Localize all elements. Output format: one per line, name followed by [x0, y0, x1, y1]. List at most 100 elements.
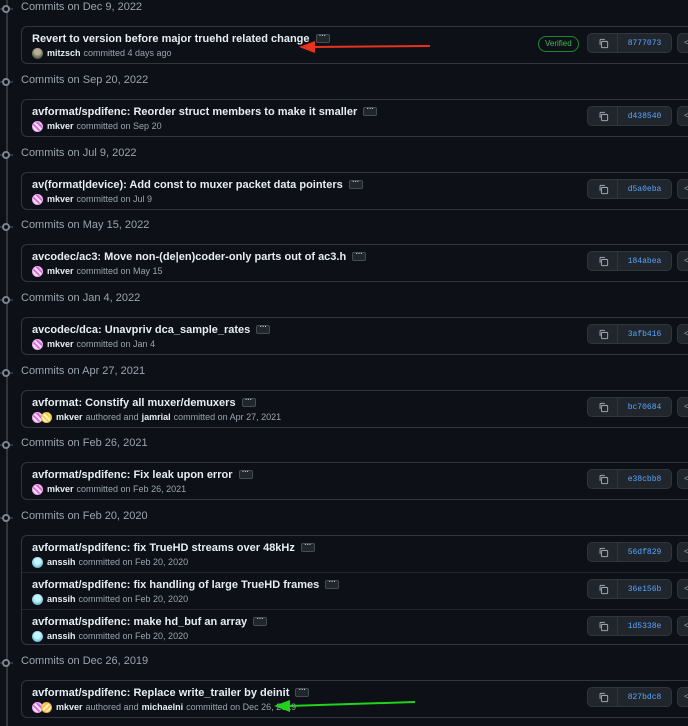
commit-message-text[interactable]: avformat/spdifenc: fix TrueHD streams ov…	[32, 542, 295, 554]
commit-meta: anssih committed on Feb 20, 2020	[32, 556, 191, 568]
copy-sha-button[interactable]	[587, 324, 618, 344]
commit-message-link[interactable]: avformat/spdifenc: fix handling of large…	[32, 579, 340, 591]
ellipsis-icon[interactable]: ···	[363, 106, 378, 116]
copy-sha-button[interactable]	[587, 106, 618, 126]
committer-link[interactable]: michaelni	[142, 702, 184, 712]
copy-sha-button[interactable]	[587, 469, 618, 489]
commit-row: avformat: Constify all muxer/demuxers ···…	[22, 391, 688, 427]
commit-message-text[interactable]: avformat/spdifenc: Fix leak upon error	[32, 469, 233, 481]
copy-sha-button[interactable]	[587, 579, 618, 599]
commit-message-link[interactable]: avformat: Constify all muxer/demuxers ···	[32, 397, 256, 409]
author-link[interactable]: mkver	[56, 412, 83, 422]
author-link[interactable]: mkver	[47, 266, 74, 276]
author-avatar[interactable]	[32, 120, 43, 132]
copy-sha-button[interactable]	[587, 687, 618, 707]
commit-message-text[interactable]: Revert to version before major truehd re…	[32, 33, 310, 45]
commit-message-link[interactable]: avformat/spdifenc: Replace write_trailer…	[32, 687, 310, 699]
commit-sha-link[interactable]: d5a0eba	[618, 179, 672, 199]
copy-sha-button[interactable]	[587, 251, 618, 271]
commit-message-text[interactable]: av(format|device): Add const to muxer pa…	[32, 179, 343, 191]
author-link[interactable]: mkver	[47, 484, 74, 494]
code-browse-icon[interactable]: <>	[677, 251, 688, 271]
ellipsis-icon[interactable]: ···	[325, 579, 340, 589]
coauthor-avatar[interactable]	[41, 411, 52, 423]
ellipsis-icon[interactable]: ···	[256, 324, 271, 334]
commit-message-link[interactable]: avcodec/ac3: Move non-(de|en)coder-only …	[32, 251, 367, 263]
ellipsis-icon[interactable]: ···	[348, 179, 363, 189]
commit-message-link[interactable]: avformat/spdifenc: Reorder struct member…	[32, 106, 378, 118]
commit-message-link[interactable]: Revert to version before major truehd re…	[32, 33, 330, 45]
copy-sha-button[interactable]	[587, 179, 618, 199]
ellipsis-icon[interactable]: ···	[238, 469, 253, 479]
author-avatar[interactable]	[32, 630, 43, 642]
author-link[interactable]: anssih	[47, 631, 76, 641]
code-browse-icon[interactable]: <>	[677, 106, 688, 126]
code-browse-icon[interactable]: <>	[677, 179, 688, 199]
commit-message-text[interactable]: avcodec/dca: Unavpriv dca_sample_rates	[32, 324, 250, 336]
commit-dot-icon	[2, 296, 10, 304]
committer-link[interactable]: jamrial	[142, 412, 171, 422]
author-avatar[interactable]	[32, 338, 43, 350]
author-link[interactable]: mkver	[47, 121, 74, 131]
commit-message-link[interactable]: avformat/spdifenc: fix TrueHD streams ov…	[32, 542, 315, 554]
commit-message-text[interactable]: avformat/spdifenc: fix handling of large…	[32, 579, 319, 591]
code-browse-icon[interactable]: <>	[677, 469, 688, 489]
author-avatar[interactable]	[32, 593, 43, 605]
commit-message-text[interactable]: avformat/spdifenc: Reorder struct member…	[32, 106, 357, 118]
author-link[interactable]: mkver	[56, 702, 83, 712]
commit-meta: mkver authored and michaelni committed on D…	[32, 701, 299, 713]
author-avatar[interactable]	[32, 193, 43, 205]
coauthor-avatar[interactable]	[41, 701, 52, 713]
author-link[interactable]: mkver	[47, 339, 74, 349]
commit-message-text[interactable]: avcodec/ac3: Move non-(de|en)coder-only …	[32, 251, 346, 263]
code-browse-icon[interactable]: <>	[677, 33, 688, 53]
commit-sha-link[interactable]: 8777073	[618, 33, 672, 53]
copy-sha-button[interactable]	[587, 542, 618, 562]
commit-sha-link[interactable]: 56df829	[618, 542, 672, 562]
commit-message-link[interactable]: avformat/spdifenc: make hd_buf an array ·…	[32, 616, 268, 628]
commit-sha-link[interactable]: 36e156b	[618, 579, 672, 599]
ellipsis-icon[interactable]: ···	[241, 397, 256, 407]
group-date-title: Commits on Feb 26, 2021	[21, 437, 148, 449]
code-browse-icon[interactable]: <>	[677, 579, 688, 599]
ellipsis-icon[interactable]: ···	[352, 251, 367, 261]
code-browse-icon[interactable]: <>	[677, 324, 688, 344]
commit-time: committed on Jan 4	[76, 339, 156, 349]
commit-sha-link[interactable]: 184abea	[618, 251, 672, 271]
author-link[interactable]: mkver	[47, 194, 74, 204]
copy-sha-button[interactable]	[587, 33, 618, 53]
commit-sha-link[interactable]: 3afb416	[618, 324, 672, 344]
author-avatar[interactable]	[32, 265, 43, 277]
commit-message-link[interactable]: av(format|device): Add const to muxer pa…	[32, 179, 363, 191]
group-date-title: Commits on Dec 9, 2022	[21, 1, 143, 13]
copy-sha-button[interactable]	[587, 397, 618, 417]
author-avatar[interactable]	[32, 47, 43, 59]
author-avatar[interactable]	[32, 483, 43, 495]
ellipsis-icon[interactable]: ···	[253, 616, 268, 626]
commit-sha-link[interactable]: d438540	[618, 106, 672, 126]
commit-list-box: avformat/spdifenc: fix TrueHD streams ov…	[21, 535, 688, 645]
ellipsis-icon[interactable]: ···	[300, 542, 315, 552]
commit-sha-link[interactable]: bc70684	[618, 397, 672, 417]
code-browse-icon[interactable]: <>	[677, 616, 688, 636]
code-browse-icon[interactable]: <>	[677, 542, 688, 562]
commit-sha-link[interactable]: 827bdc8	[618, 687, 672, 707]
commit-message-link[interactable]: avformat/spdifenc: Fix leak upon error ··…	[32, 469, 253, 481]
author-link[interactable]: anssih	[47, 594, 76, 604]
commit-sha-link[interactable]: e38cbb8	[618, 469, 672, 489]
code-browse-icon[interactable]: <>	[677, 397, 688, 417]
commit-message-text[interactable]: avformat: Constify all muxer/demuxers	[32, 397, 236, 409]
commit-sha-link[interactable]: 1d5338e	[618, 616, 672, 636]
commit-time: committed 4 days ago	[83, 48, 172, 58]
author-avatar[interactable]	[32, 556, 43, 568]
copy-sha-button[interactable]	[587, 616, 618, 636]
copy-icon	[599, 692, 609, 703]
author-link[interactable]: anssih	[47, 557, 76, 567]
author-link[interactable]: mitzsch	[47, 48, 81, 58]
commit-meta: mkver authored and jamrial committed on Apr…	[32, 411, 284, 423]
commit-message-text[interactable]: avformat/spdifenc: Replace write_trailer…	[32, 687, 289, 699]
code-browse-icon[interactable]: <>	[677, 687, 688, 707]
verified-badge[interactable]: Verified	[538, 36, 579, 52]
commit-message-text[interactable]: avformat/spdifenc: make hd_buf an array	[32, 616, 247, 628]
commit-message-link[interactable]: avcodec/dca: Unavpriv dca_sample_rates ··…	[32, 324, 271, 336]
